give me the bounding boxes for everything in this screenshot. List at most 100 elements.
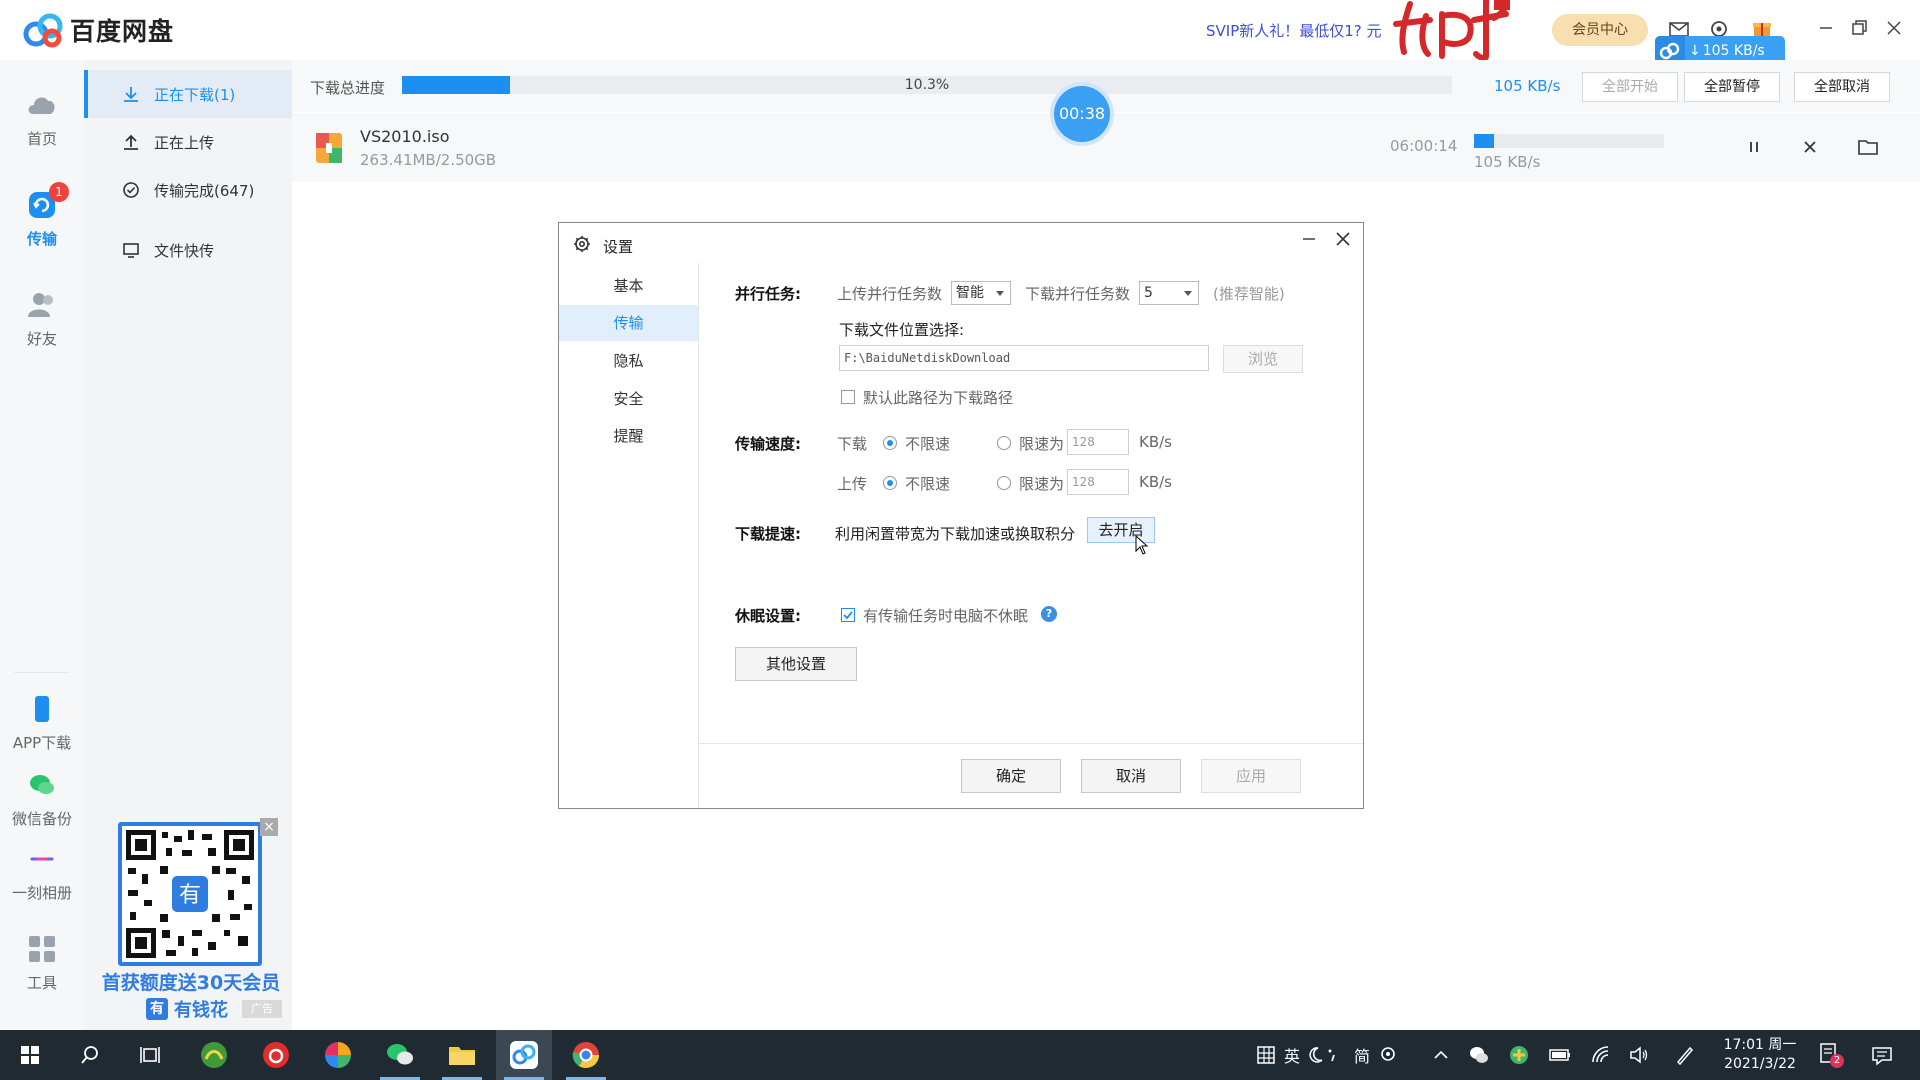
ime-mode[interactable]: 简	[1354, 1043, 1370, 1067]
subnav-item-completed[interactable]: 传输完成(647)	[84, 166, 292, 214]
sleep-label: 休眠设置:	[735, 607, 801, 625]
wechat-backup-icon	[30, 775, 54, 794]
rail-item-album[interactable]: 一刻相册	[0, 842, 84, 903]
wifi-icon[interactable]	[1590, 1044, 1612, 1066]
cancel-all-button[interactable]: 全部取消	[1794, 72, 1890, 102]
taskbar-app-wechat[interactable]	[372, 1030, 428, 1080]
subnav-label-downloading: 正在下载(1)	[154, 85, 236, 104]
vip-center-button[interactable]: 会员中心	[1552, 14, 1648, 46]
taskbar-app-baidu-netdisk[interactable]	[496, 1030, 552, 1080]
download-limit-input[interactable]: 128	[1067, 429, 1129, 455]
baidu-netdisk-app-icon	[510, 1041, 538, 1069]
ime-language[interactable]: 英	[1284, 1043, 1300, 1067]
boost-description: 利用闲置带宽为下载加速或换取积分	[835, 525, 1076, 543]
download-unlimited-radio[interactable]	[883, 436, 897, 450]
dialog-title: 设置	[603, 238, 634, 256]
ad-close-button[interactable]: ×	[260, 818, 278, 836]
wechat-tray-icon[interactable]	[1468, 1044, 1490, 1066]
rail-item-friends[interactable]: 好友	[0, 288, 84, 349]
dialog-minimize-icon[interactable]	[1299, 231, 1319, 251]
taskbar-app-game[interactable]	[186, 1030, 242, 1080]
download-limit-label: 限速为	[1019, 435, 1065, 453]
rail-label-friends: 好友	[26, 330, 57, 348]
subnav-item-uploading[interactable]: 正在上传	[84, 118, 292, 166]
tab-basic[interactable]: 基本	[559, 268, 698, 304]
download-path-input[interactable]: F:\BaiduNetdiskDownload	[839, 345, 1209, 371]
settings-dialog: 设置 基本 传输 隐私 安全 提醒 并行任务: 上传并行任务数 智能 下载并行任…	[558, 222, 1364, 809]
ime-settings-icon[interactable]	[1378, 1044, 1398, 1064]
handwritten-scribble	[1393, 0, 1510, 62]
windows-logo-icon	[21, 1046, 39, 1064]
rail-item-app-download[interactable]: APP下载	[0, 692, 84, 753]
start-button[interactable]	[2, 1030, 58, 1080]
ime-grid-icon[interactable]	[1256, 1045, 1276, 1065]
tab-transfer[interactable]: 传输	[559, 305, 698, 341]
volume-icon[interactable]	[1628, 1044, 1650, 1066]
download-limit-unit: KB/s	[1139, 433, 1172, 451]
taskbar-app-colorful[interactable]	[310, 1030, 366, 1080]
ok-button[interactable]: 确定	[961, 759, 1061, 793]
default-path-checkbox[interactable]	[841, 390, 855, 404]
ad-banner[interactable]: 有 × 首获额度送30天会员 有 有钱花 广告	[96, 818, 286, 1028]
close-icon[interactable]	[1882, 16, 1906, 40]
taskbar-app-file-explorer[interactable]	[434, 1030, 490, 1080]
speed-download-label: 下载	[837, 435, 868, 453]
speed-pill-value: 105 KB/s	[1702, 43, 1765, 59]
system-clock[interactable]: 17:01 周一 2021/3/22	[1712, 1036, 1808, 1074]
subnav-item-quick-transfer[interactable]: 文件快传	[84, 226, 292, 274]
tab-security[interactable]: 安全	[559, 381, 698, 417]
rail-item-transfer[interactable]: 1 传输	[0, 182, 84, 249]
wechat-icon	[387, 1044, 413, 1065]
parallel-hint: (推荐智能)	[1213, 285, 1285, 303]
download-arrow-icon: ↓	[1689, 43, 1701, 59]
browse-button[interactable]: 浏览	[1223, 345, 1303, 373]
taskbar-search[interactable]	[62, 1030, 118, 1080]
task-file-size: 263.41MB/2.50GB	[360, 151, 497, 169]
apply-button[interactable]: 应用	[1201, 759, 1301, 793]
upload-limit-unit: KB/s	[1139, 473, 1172, 491]
restore-icon[interactable]	[1847, 16, 1871, 40]
rail-divider	[14, 672, 70, 673]
start-all-button[interactable]: 全部开始	[1582, 72, 1678, 102]
transfer-badge: 1	[49, 182, 69, 202]
battery-icon[interactable]	[1548, 1045, 1572, 1065]
folder-icon[interactable]	[1856, 135, 1880, 159]
rail-item-wechat-backup[interactable]: 微信备份	[0, 768, 84, 829]
ime-moon-punct-icon[interactable]	[1308, 1045, 1342, 1065]
folder-icon	[449, 1047, 475, 1065]
download-limit-radio[interactable]	[997, 436, 1011, 450]
task-view-button[interactable]	[122, 1030, 178, 1080]
rail-item-tools[interactable]: 工具	[0, 932, 84, 993]
upload-unlimited-radio[interactable]	[883, 476, 897, 490]
svip-promo-link[interactable]: SVIP新人礼！最低仅1? 元	[1206, 20, 1382, 41]
upload-limit-input[interactable]: 128	[1067, 469, 1129, 495]
action-center-icon[interactable]	[1870, 1044, 1894, 1068]
taskbar-app-chrome[interactable]	[558, 1030, 614, 1080]
tools-grid-icon	[29, 936, 55, 962]
help-icon[interactable]: ?	[1041, 606, 1057, 622]
tab-privacy[interactable]: 隐私	[559, 343, 698, 379]
upload-unlimited-label: 不限速	[905, 475, 951, 493]
pen-icon[interactable]	[1674, 1044, 1696, 1066]
other-settings-button[interactable]: 其他设置	[735, 647, 857, 681]
pause-all-button[interactable]: 全部暂停	[1684, 72, 1780, 102]
upload-parallel-select[interactable]: 智能	[951, 281, 1011, 305]
rail-item-home[interactable]: 首页	[0, 88, 84, 149]
tab-reminders[interactable]: 提醒	[559, 418, 698, 454]
dialog-close-icon[interactable]	[1333, 229, 1353, 249]
download-parallel-select[interactable]: 5	[1139, 281, 1199, 305]
pause-icon[interactable]	[1742, 135, 1766, 159]
upload-icon	[124, 134, 138, 150]
chevron-up-icon[interactable]	[1432, 1046, 1450, 1064]
cancel-task-icon[interactable]	[1798, 135, 1822, 159]
notification-app-button[interactable]: 2	[1818, 1042, 1844, 1068]
cancel-button[interactable]: 取消	[1081, 759, 1181, 793]
subnav-item-downloading[interactable]: 正在下载(1)	[84, 70, 292, 118]
no-sleep-checkbox[interactable]	[841, 608, 855, 622]
security-tray-icon[interactable]	[1508, 1044, 1530, 1066]
transfer-settings-panel: 并行任务: 上传并行任务数 智能 下载并行任务数 5 (推荐智能) 下载文件位置…	[699, 263, 1363, 808]
rail-label-wechat-backup: 微信备份	[11, 810, 72, 828]
upload-limit-radio[interactable]	[997, 476, 1011, 490]
taskbar-app-netease-music[interactable]	[248, 1030, 304, 1080]
minimize-icon[interactable]	[1814, 16, 1838, 40]
